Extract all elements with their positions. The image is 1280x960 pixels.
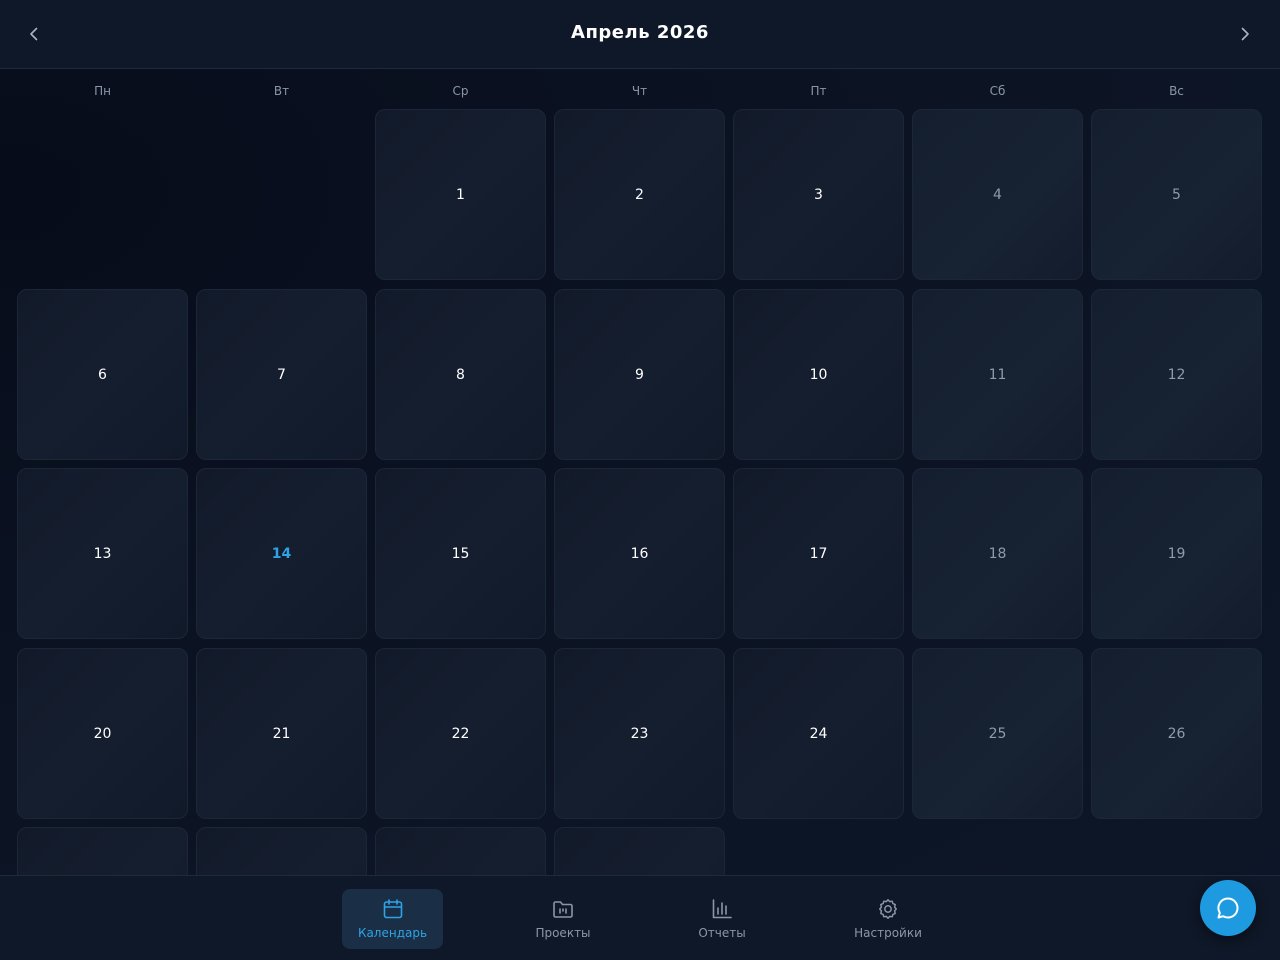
chat-bubble-icon — [1217, 897, 1239, 919]
gear-icon — [879, 899, 897, 919]
day-cell[interactable]: 26 — [1091, 648, 1262, 819]
tab-projects[interactable]: Проекты — [513, 889, 613, 949]
day-cell[interactable]: 13 — [17, 468, 188, 639]
day-cell[interactable]: 6 — [17, 289, 188, 460]
day-cell[interactable]: 18 — [912, 468, 1083, 639]
calendar-header: Апрель 2026 — [0, 0, 1280, 69]
day-cell-today[interactable]: 14 — [196, 468, 367, 639]
tab-label: Проекты — [535, 926, 591, 940]
chevron-right-icon — [1241, 27, 1249, 41]
tab-reports[interactable]: Отчеты — [672, 889, 772, 949]
folder-icon — [553, 901, 573, 918]
day-number: 2 — [635, 186, 644, 203]
day-cell[interactable]: 17 — [733, 468, 904, 639]
day-cell[interactable]: 11 — [912, 289, 1083, 460]
weekday-label: Пн — [94, 84, 111, 98]
day-number: 16 — [630, 545, 649, 562]
day-number: 21 — [272, 725, 291, 742]
day-number: 22 — [451, 725, 470, 742]
weekday-label: Ср — [452, 84, 469, 98]
day-number: 6 — [98, 366, 107, 383]
day-cell[interactable]: 1 — [375, 109, 546, 280]
day-cell[interactable] — [196, 827, 367, 875]
day-number: 10 — [809, 366, 828, 383]
day-number: 8 — [456, 366, 465, 383]
day-number: 4 — [993, 186, 1002, 203]
bottom-navigation: Календарь Проекты Отчеты Настройки — [0, 875, 1280, 960]
weekday-label: Вс — [1169, 84, 1184, 98]
day-number: 7 — [277, 366, 286, 383]
day-cell[interactable]: 20 — [17, 648, 188, 819]
day-cell[interactable]: 9 — [554, 289, 725, 460]
calendar-app: Апрель 2026 Пн Вт Ср Чт Пт Сб Вс 1234567… — [0, 0, 1280, 960]
day-number: 23 — [630, 725, 649, 742]
weekday-label: Пт — [810, 84, 827, 98]
day-number: 25 — [988, 725, 1007, 742]
tab-settings[interactable]: Настройки — [838, 889, 938, 949]
day-number: 24 — [809, 725, 828, 742]
day-cell[interactable]: 4 — [912, 109, 1083, 280]
weekday-label: Сб — [989, 84, 1006, 98]
day-number: 5 — [1172, 186, 1181, 203]
day-number: 20 — [93, 725, 112, 742]
day-cell[interactable]: 5 — [1091, 109, 1262, 280]
day-number: 18 — [988, 545, 1007, 562]
calendar-icon — [383, 899, 402, 919]
calendar-grid: 1 2 3 4 5 6 7 8 9 10 11 12 13 14 15 16 17 18 19 20 21 22 23 24 2… — [0, 109, 1280, 875]
day-number: 9 — [635, 366, 644, 383]
day-cell[interactable]: 22 — [375, 648, 546, 819]
day-cell[interactable]: 24 — [733, 648, 904, 819]
weekday-label: Чт — [631, 84, 648, 98]
day-cell[interactable]: 3 — [733, 109, 904, 280]
day-cell[interactable]: 21 — [196, 648, 367, 819]
day-number: 26 — [1167, 725, 1186, 742]
day-number: 1 — [456, 186, 465, 203]
tab-label: Настройки — [854, 926, 922, 940]
tab-calendar[interactable]: Календарь — [342, 889, 443, 949]
tab-label: Календарь — [357, 926, 428, 940]
day-cell[interactable]: 10 — [733, 289, 904, 460]
day-number: 3 — [814, 186, 823, 203]
day-cell[interactable]: 7 — [196, 289, 367, 460]
day-cell[interactable] — [17, 827, 188, 875]
day-number: 15 — [451, 545, 470, 562]
next-month-button[interactable] — [1229, 18, 1261, 50]
month-title: Апрель 2026 — [571, 22, 709, 43]
weekday-label: Вт — [273, 84, 290, 98]
day-cell[interactable]: 16 — [554, 468, 725, 639]
day-cell[interactable] — [375, 827, 546, 875]
day-cell[interactable]: 15 — [375, 468, 546, 639]
day-cell[interactable]: 25 — [912, 648, 1083, 819]
day-cell[interactable]: 2 — [554, 109, 725, 280]
day-cell[interactable]: 12 — [1091, 289, 1262, 460]
chat-fab-button[interactable] — [1200, 880, 1256, 936]
day-number: 19 — [1167, 545, 1186, 562]
day-number: 14 — [271, 545, 292, 562]
day-number: 11 — [988, 366, 1007, 383]
day-number: 13 — [93, 545, 112, 562]
tab-label: Отчеты — [698, 926, 746, 940]
bar-chart-icon — [712, 899, 732, 919]
day-cell[interactable] — [554, 827, 725, 875]
day-cell[interactable]: 23 — [554, 648, 725, 819]
day-cell[interactable]: 8 — [375, 289, 546, 460]
day-number: 17 — [809, 545, 828, 562]
day-number: 12 — [1167, 366, 1186, 383]
weekday-header-row: Пн Вт Ср Чт Пт Сб Вс — [0, 84, 1280, 102]
day-cell[interactable]: 19 — [1091, 468, 1262, 639]
